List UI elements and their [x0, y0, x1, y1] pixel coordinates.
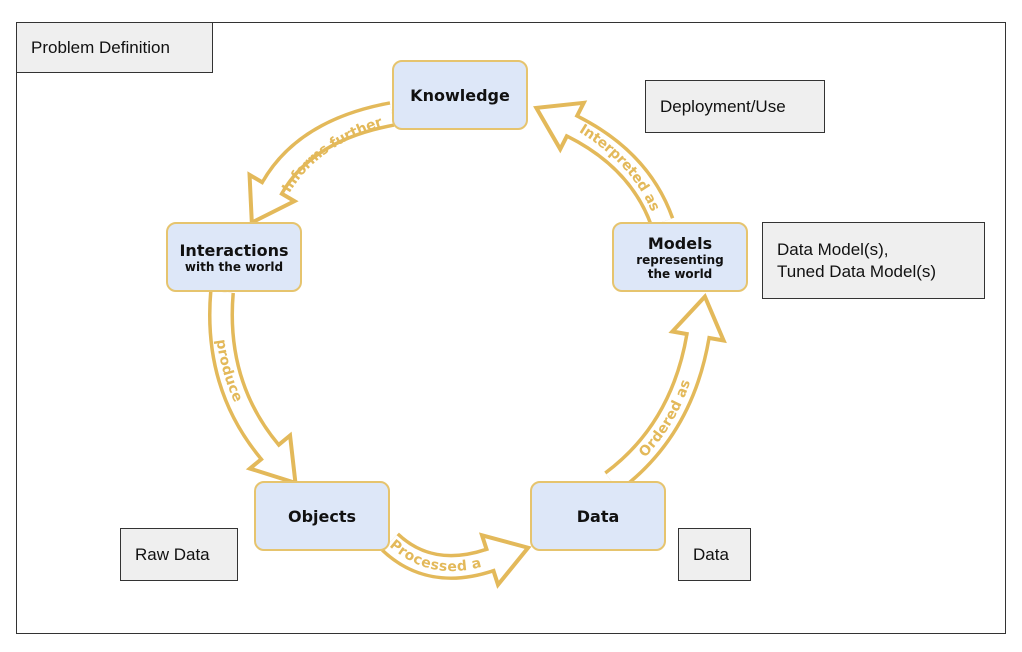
node-title: Interactions — [179, 240, 289, 260]
raw-data-label: Raw Data — [120, 528, 238, 581]
node-title: Objects — [287, 506, 357, 526]
data-models-label: Data Model(s), Tuned Data Model(s) — [762, 222, 985, 299]
arrow-interpreted — [533, 100, 675, 227]
node-knowledge: Knowledge — [392, 60, 528, 130]
node-title: Data — [576, 506, 620, 526]
tag-text: Data Model(s), — [777, 239, 889, 259]
deployment-label: Deployment/Use — [645, 80, 825, 133]
tag-text: Raw Data — [135, 544, 210, 564]
tag-text: Tuned Data Model(s) — [777, 261, 937, 281]
node-subtitle: with the world — [184, 259, 284, 274]
tag-text: Deployment/Use — [660, 96, 786, 116]
node-models: Models representing the world — [612, 222, 748, 292]
node-subtitle: representing — [636, 252, 724, 267]
node-subtitle: the world — [647, 266, 713, 281]
node-title: Knowledge — [410, 85, 510, 105]
arrow-label-interpreted: Interpreted as — [576, 121, 662, 213]
problem-definition-label: Problem Definition — [16, 22, 213, 73]
data-label: Data — [678, 528, 751, 581]
tag-text: Data — [693, 544, 729, 564]
tag-text: Problem Definition — [31, 37, 170, 57]
node-title: Models — [647, 233, 713, 253]
arrow-ordered — [604, 292, 727, 493]
node-interactions: Interactions with the world — [166, 222, 302, 292]
arrow-label-ordered: Ordered as — [636, 378, 694, 461]
node-data: Data — [530, 481, 666, 551]
node-objects: Objects — [254, 481, 390, 551]
